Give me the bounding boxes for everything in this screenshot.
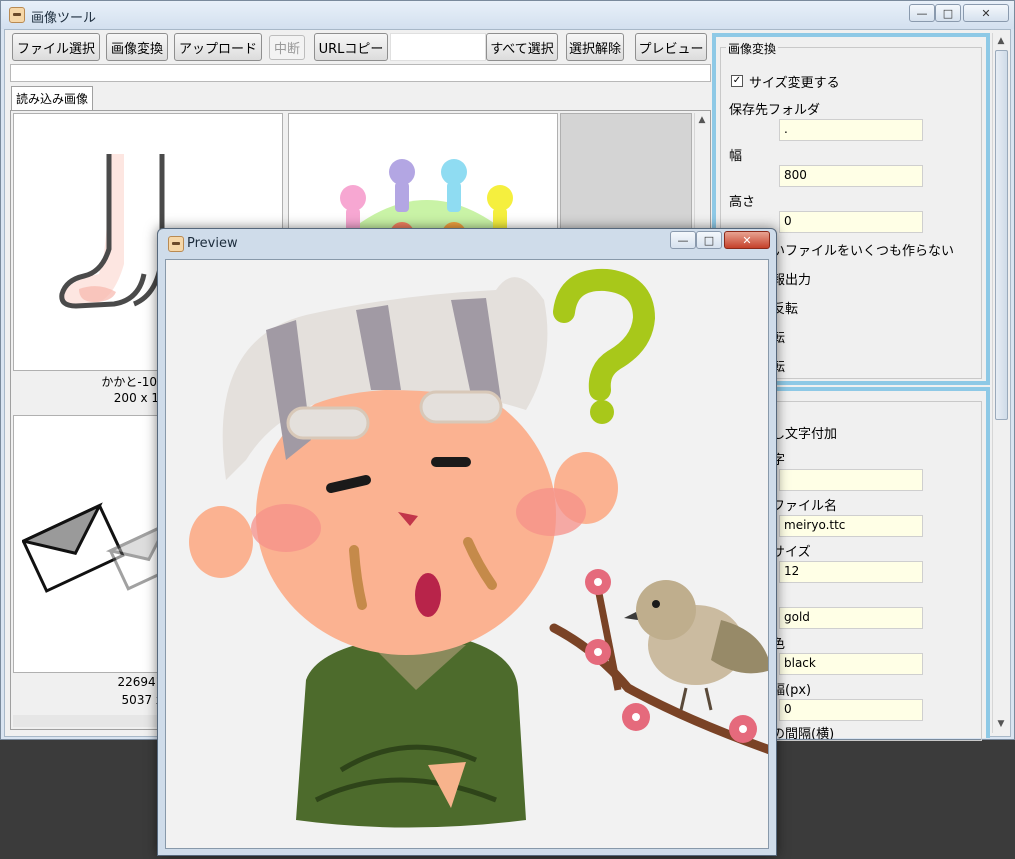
copy-url-button[interactable]: URLコピー [314, 33, 388, 61]
heel-foot-illustration-icon [59, 154, 165, 309]
abort-button[interactable]: 中断 [269, 35, 305, 60]
settings-scrollbar[interactable]: ▲ ▼ [992, 33, 1009, 733]
question-mark-icon [553, 268, 656, 424]
border-width-field[interactable]: 0 [779, 699, 923, 721]
font-size-label: サイズ [772, 545, 811, 560]
width-field[interactable]: 800 [779, 165, 923, 187]
app-icon [9, 7, 25, 23]
main-window-title: 画像ツール [31, 11, 97, 26]
url-display [390, 33, 486, 61]
resize-checkbox-label: サイズ変更する [749, 76, 840, 91]
progress-bar [10, 64, 711, 82]
main-title-bar[interactable]: 画像ツール — □ ✕ [1, 1, 1014, 29]
preview-app-icon [168, 236, 184, 252]
scroll-down-arrow-icon[interactable]: ▼ [994, 717, 1008, 731]
old-man-illustration-icon [189, 268, 768, 828]
deselect-button[interactable]: 選択解除 [566, 33, 624, 61]
preview-close-button[interactable]: ✕ [724, 231, 770, 249]
dest-folder-label: 保存先フォルダ [729, 103, 821, 118]
image-convert-button[interactable]: 画像変換 [106, 33, 168, 61]
tab-loaded-images[interactable]: 読み込み画像 [11, 86, 93, 110]
watermark-title: し文字付加 [772, 427, 838, 442]
option-no-duplicate-files[interactable]: いファイルをいくつも作らない [772, 240, 954, 259]
watermark-text-field[interactable] [779, 469, 923, 491]
height-field[interactable]: 0 [779, 211, 923, 233]
convert-group-title: 画像変換 [726, 40, 779, 57]
dest-folder-field[interactable]: . [779, 119, 923, 141]
minimize-button[interactable]: — [909, 4, 935, 22]
preview-window: Preview — □ ✕ [157, 228, 777, 856]
border-width-label: 幅(px) [772, 683, 812, 698]
upload-button[interactable]: アップロード [174, 33, 262, 61]
font-size-field[interactable]: 12 [779, 561, 923, 583]
spacing-label: の間隔(横) [772, 727, 835, 739]
resize-checkbox[interactable]: ✓ [731, 75, 743, 87]
preview-window-title: Preview [187, 236, 238, 251]
height-label: 高さ [729, 195, 756, 210]
preview-image-area [165, 259, 769, 849]
font-file-field[interactable]: meiryo.ttc [779, 515, 923, 537]
bird-icon [624, 580, 768, 711]
border-color-field[interactable]: black [779, 653, 923, 675]
option-info-output[interactable]: 報出力 [772, 269, 811, 288]
width-label: 幅 [729, 149, 743, 164]
text-color-field[interactable]: gold [779, 607, 923, 629]
font-file-label: ファイル名 [772, 499, 838, 514]
preview-minimize-button[interactable]: — [670, 231, 696, 249]
file-select-button[interactable]: ファイル選択 [12, 33, 100, 61]
scroll-up-arrow-icon[interactable]: ▲ [695, 113, 709, 127]
scroll-up-arrow-icon[interactable]: ▲ [994, 34, 1008, 48]
preview-button[interactable]: プレビュー [635, 33, 707, 61]
select-all-button[interactable]: すべて選択 [486, 33, 558, 61]
scrollbar-thumb[interactable] [995, 50, 1008, 420]
main-close-button[interactable]: ✕ [963, 4, 1009, 22]
preview-maximize-button[interactable]: □ [696, 231, 722, 249]
maximize-button[interactable]: □ [935, 4, 961, 22]
